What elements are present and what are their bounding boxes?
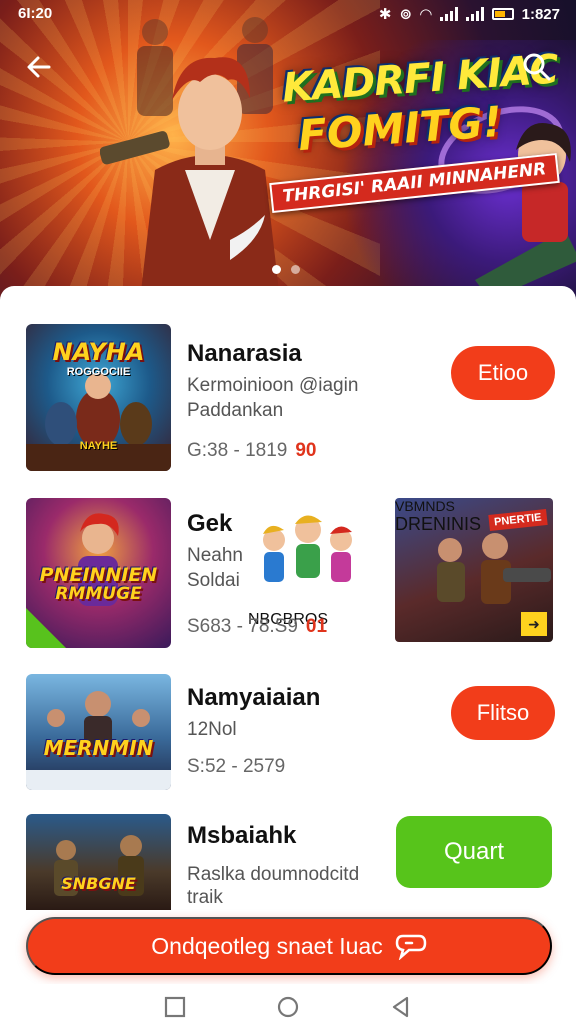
battery-icon [491,8,514,20]
game-description-line1: Neahn [187,545,243,566]
game-meta-highlight: 90 [295,440,317,461]
game-list-item[interactable]: SNBGNE Msbaiahk Raslka doumnodcitd traik… [0,812,576,912]
recents-icon[interactable] [164,996,186,1018]
signal-icon-2 [465,7,484,21]
characters-art [263,515,352,582]
game-title[interactable]: Nanarasia [187,340,302,368]
game-meta: S:52 - 2579 [187,756,286,777]
thumbnail-subtitle: ROGGOCIIE [66,366,131,378]
bluetooth-icon: ✱ [378,6,392,23]
wifi-icon: ◠ [420,6,432,23]
game-title[interactable]: Gek [187,510,232,538]
promo-art-characters[interactable]: NBGBROS [248,502,366,628]
game-meta: G:38 - 1819 90 [187,440,316,462]
carousel-indicator [272,265,300,274]
game-title[interactable]: Namyaiaian [187,684,320,712]
game-description-line1: Kermoinioon @iagin [187,375,359,396]
status-time: 6I:20 [18,5,53,22]
thumbnail-title: PNEINNIEN [39,564,158,586]
game-action-button[interactable]: Flitso [451,686,555,740]
thumbnail-footer: NAYHE [79,440,118,452]
arrow-right-icon: ➜ [528,616,540,632]
featured-game-art[interactable]: VBMNDS PNERTIE DRENINIS ➜ [395,498,553,642]
game-list-item[interactable]: PNEINNIEN RMMUGE Gek Neahn Soldai NBGBRO… [0,496,576,652]
thumbnail-subtitle: RMMUGE [55,584,142,604]
search-button[interactable] [520,50,554,84]
game-thumbnail[interactable]: NAYHA ROGGOCIIE NAYHE [26,324,171,471]
game-description-line1: Raslka doumnodcitd [187,864,360,885]
carousel-dot-active[interactable] [272,265,281,274]
game-thumbnail[interactable]: SNBGNE [26,814,171,910]
hero-banner[interactable]: KADRFI KIAC FOMITG! THRGISI' RAAII MINNA… [0,0,576,300]
signal-icon [439,7,458,21]
game-thumbnail[interactable]: MERNMIN [26,674,171,790]
game-action-button[interactable]: Etioo [451,346,555,400]
game-list-item[interactable]: MERNMIN Namyaiaian 12Nol S:52 - 2579 Fli… [0,670,576,796]
home-icon[interactable] [277,996,299,1018]
thumbnail-art [54,835,144,896]
game-thumbnail[interactable]: PNEINNIEN RMMUGE [26,498,171,648]
arrow-left-icon [27,56,51,78]
game-meta-highlight: 01 [305,616,328,637]
thumbnail-title: MERNMIN [43,736,154,760]
game-description-line2: Soldai [187,570,240,591]
status-bar: 6I:20 ✱ ⊚ ◠ 1:827 [0,0,576,28]
search-icon [523,53,551,81]
game-title[interactable]: Msbaiahk [187,822,296,850]
chat-bubble-icon [395,934,426,960]
back-icon[interactable] [390,996,412,1018]
system-navigation-bar [0,984,576,1024]
alarm-icon: ⊚ [399,6,413,23]
thumbnail-title: NAYHA [52,338,145,366]
thumbnail-title: SNBGNE [61,874,136,893]
status-icons: ✱ ⊚ ◠ 1:827 [378,5,560,24]
game-description-line2: traik [187,887,223,905]
game-meta-range: G:38 - 1819 [187,440,288,461]
thumbnail-art [26,691,171,790]
game-action-button[interactable]: Quart [396,816,552,888]
game-description-line1: 12Nol [187,719,237,740]
carousel-dot[interactable] [291,265,300,274]
primary-cta-button[interactable]: Ondqeotleg snaet Iuac [26,917,552,975]
game-meta-range: S683 - 78.S9 [187,616,298,637]
cta-label: Ondqeotleg snaet Iuac [151,932,383,959]
featured-art-arrow-badge[interactable]: ➜ [521,612,547,636]
game-description-line2: Paddankan [187,400,284,421]
status-right-time: 1:827 [521,5,560,23]
back-button[interactable] [22,50,56,84]
game-list-item[interactable]: NAYHA ROGGOCIIE NAYHE Nanarasia Kermoini… [0,320,576,476]
game-meta: S683 - 78.S9 01 [187,616,327,638]
